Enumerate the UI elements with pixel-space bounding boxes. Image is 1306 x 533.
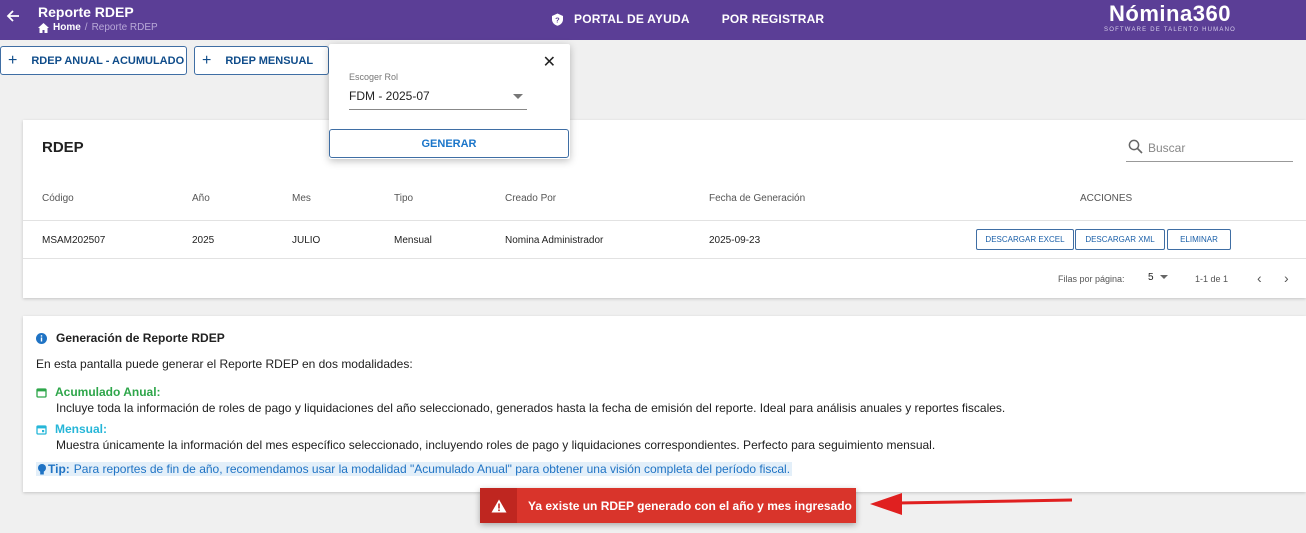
anual-mode-description: Incluye toda la información de roles de … — [56, 401, 1006, 415]
column-header-fecha[interactable]: Fecha de Generación — [709, 193, 805, 204]
caret-down-icon — [513, 94, 523, 99]
chevron-left-icon[interactable]: ‹ — [1257, 270, 1262, 286]
role-label: Escoger Rol — [349, 72, 399, 82]
breadcrumb-home[interactable]: Home — [53, 22, 81, 33]
role-select[interactable]: FDM - 2025-07 — [349, 86, 527, 110]
search-placeholder: Buscar — [1148, 141, 1186, 155]
home-icon — [38, 22, 49, 33]
brand-name: Nómina360 — [1109, 1, 1231, 26]
rows-per-page-value: 5 — [1148, 272, 1154, 283]
row-divider — [23, 258, 1306, 259]
rows-per-page-label: Filas por página: — [1058, 274, 1125, 284]
generate-button[interactable]: GENERAR — [329, 129, 569, 158]
pagination-range: 1-1 de 1 — [1195, 274, 1229, 284]
brand-tagline: SOFTWARE DE TALENTO HUMANO — [1104, 27, 1236, 33]
mensual-mode-description: Muestra únicamente la información del me… — [56, 438, 936, 452]
breadcrumb-current: Reporte RDEP — [91, 22, 158, 33]
role-select-value: FDM - 2025-07 — [349, 89, 430, 103]
header-divider — [23, 220, 1306, 221]
cell-anio: 2025 — [192, 235, 215, 246]
tip-label: Tip: — [48, 462, 70, 476]
error-toast: Ya existe un RDEP generado con el año y … — [480, 488, 856, 523]
info-heading: Generación de Reporte RDEP — [36, 331, 225, 345]
warning-icon — [491, 499, 506, 512]
column-header-anio[interactable]: Año — [192, 193, 210, 204]
column-header-codigo[interactable]: Código — [42, 193, 74, 204]
generate-popup: ✕ Escoger Rol FDM - 2025-07 GENERAR — [329, 44, 570, 159]
delete-button[interactable]: ELIMINAR — [1167, 229, 1231, 250]
cell-fecha: 2025-09-23 — [709, 235, 761, 246]
plus-icon: + — [8, 51, 18, 69]
caret-down-icon — [1159, 275, 1168, 280]
tip-banner: Tip: Para reportes de fin de año, recome… — [36, 462, 793, 476]
anual-mode-title: Acumulado Anual: — [55, 385, 161, 399]
page-title: Reporte RDEP — [38, 4, 134, 20]
breadcrumb-separator: / — [84, 22, 88, 33]
column-header-tipo[interactable]: Tipo — [394, 193, 413, 204]
info-intro: En esta pantalla puede generar el Report… — [36, 357, 413, 371]
search-icon — [1128, 139, 1143, 154]
info-card: Generación de Reporte RDEP En esta panta… — [23, 316, 1306, 492]
toast-icon-box — [480, 488, 517, 523]
toast-message: Ya existe un RDEP generado con el año y … — [528, 498, 852, 513]
calendar-day-icon — [36, 424, 47, 435]
cell-tipo: Mensual — [394, 235, 432, 246]
info-icon — [36, 332, 47, 344]
cell-mes: JULIO — [292, 235, 321, 246]
cell-creado-por: Nomina Administrador — [505, 235, 604, 246]
rdep-anual-label: RDEP ANUAL - ACUMULADO — [31, 54, 185, 67]
download-xml-button[interactable]: DESCARGAR XML — [1075, 229, 1165, 250]
lightbulb-icon — [38, 463, 46, 474]
rdep-table-card: RDEP Buscar Código Año Mes Tipo Creado P… — [23, 120, 1306, 298]
back-arrow-icon[interactable] — [6, 9, 20, 23]
close-icon[interactable]: ✕ — [543, 52, 556, 72]
download-excel-button[interactable]: DESCARGAR EXCEL — [976, 229, 1074, 250]
mensual-mode-title: Mensual: — [55, 422, 108, 436]
search-input[interactable]: Buscar — [1126, 136, 1293, 162]
cell-codigo: MSAM202507 — [42, 235, 106, 246]
table-title: RDEP — [42, 139, 84, 156]
calendar-icon — [36, 387, 47, 398]
chevron-right-icon[interactable]: › — [1284, 270, 1289, 286]
svg-text:?: ? — [555, 15, 560, 24]
mensual-mode-heading: Mensual: — [36, 422, 107, 436]
brand-logo: Nómina360 SOFTWARE DE TALENTO HUMANO — [1104, 1, 1236, 34]
tip-text: Para reportes de fin de año, recomendamo… — [73, 462, 791, 476]
rdep-anual-button[interactable]: + RDEP ANUAL - ACUMULADO — [0, 46, 187, 75]
rdep-mensual-label: RDEP MENSUAL — [225, 54, 314, 67]
rdep-mensual-button[interactable]: + RDEP MENSUAL — [194, 46, 329, 75]
register-link[interactable]: POR REGISTRAR — [722, 12, 825, 26]
plus-icon: + — [202, 51, 212, 69]
help-icon: ? — [552, 13, 563, 26]
column-header-acciones: ACCIONES — [1080, 193, 1133, 204]
help-portal-link[interactable]: ? PORTAL DE AYUDA — [551, 12, 690, 26]
annotation-arrow-icon — [870, 493, 1073, 515]
info-title: Generación de Reporte RDEP — [56, 331, 225, 345]
rows-per-page-select[interactable]: 5 — [1148, 272, 1168, 283]
breadcrumb: Home / Reporte RDEP — [38, 22, 158, 33]
column-header-creado-por[interactable]: Creado Por — [505, 193, 556, 204]
help-link-label: PORTAL DE AYUDA — [574, 12, 690, 26]
column-header-mes[interactable]: Mes — [292, 193, 311, 204]
top-bar: Reporte RDEP Home / Reporte RDEP ? PORTA… — [0, 0, 1306, 40]
anual-mode-heading: Acumulado Anual: — [36, 385, 161, 399]
